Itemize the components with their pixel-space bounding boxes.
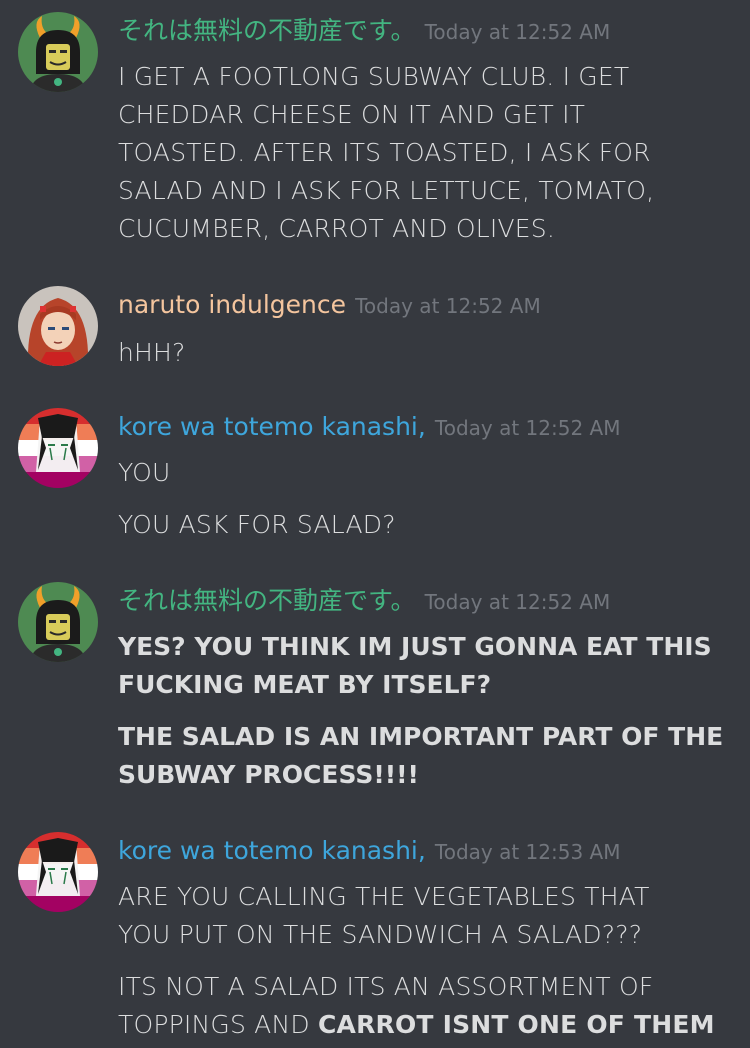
message-text: hHH? — [118, 338, 186, 367]
message-text: SUBWAY PROCESS!!!! — [118, 760, 419, 789]
chat-messages: それは無料の不動産です。 Today at 12:52 AM I GET A F… — [0, 0, 750, 1048]
message-text: SALAD AND I ASK FOR LETTUCE, TOMATO, — [118, 176, 655, 205]
username[interactable]: naruto indulgence — [118, 290, 346, 319]
message-header: kore wa totemo kanashi, Today at 12:52 A… — [118, 408, 621, 449]
message-text-bold: CARROT ISNT ONE OF THEM — [317, 1010, 715, 1039]
username[interactable]: kore wa totemo kanashi, — [118, 836, 426, 865]
message-text: ARE YOU CALLING THE VEGETABLES THAT — [118, 882, 650, 911]
message-text: YOU ASK FOR SALAD? — [118, 510, 396, 539]
username[interactable]: それは無料の不動産です。 — [118, 16, 416, 45]
message-header: それは無料の不動産です。 Today at 12:52 AM — [118, 12, 610, 53]
pink-stripe-anime-avatar[interactable] — [18, 832, 98, 912]
timestamp: Today at 12:52 AM — [434, 416, 621, 440]
red-hair-anime-avatar[interactable] — [18, 286, 98, 366]
timestamp: Today at 12:52 AM — [424, 20, 611, 44]
message-header: kore wa totemo kanashi, Today at 12:53 A… — [118, 832, 621, 873]
timestamp: Today at 12:52 AM — [355, 294, 541, 318]
message-text: FUCKING MEAT BY ITSELF? — [118, 670, 492, 699]
message-text: CUCUMBER, CARROT AND OLIVES. — [118, 214, 555, 243]
timestamp: Today at 12:53 AM — [434, 840, 621, 864]
message-text-plain: TOPPINGS AND — [118, 1010, 318, 1039]
horned-troll-avatar[interactable] — [18, 12, 98, 92]
message-text: ITS NOT A SALAD ITS AN ASSORTMENT OF — [118, 972, 654, 1001]
message-text: TOPPINGS AND CARROT ISNT ONE OF THEM — [118, 1006, 733, 1044]
message-text: TOASTED. AFTER ITS TOASTED, I ASK FOR — [118, 138, 651, 167]
message-text: YES? YOU THINK IM JUST GONNA EAT THIS — [118, 632, 712, 661]
message-text: YOU — [118, 458, 171, 487]
timestamp: Today at 12:52 AM — [424, 590, 611, 614]
username[interactable]: それは無料の不動産です。 — [118, 586, 416, 615]
horned-troll-avatar[interactable] — [18, 582, 98, 662]
pink-stripe-anime-avatar[interactable] — [18, 408, 98, 488]
message-text: THE SALAD IS AN IMPORTANT PART OF THE — [118, 722, 724, 751]
username[interactable]: kore wa totemo kanashi, — [118, 412, 426, 441]
message-text: YOU PUT ON THE SANDWICH A SALAD??? — [118, 920, 643, 949]
message-text: CHEDDAR CHEESE ON IT AND GET IT — [118, 100, 586, 129]
message-text: I GET A FOOTLONG SUBWAY CLUB. I GET — [118, 62, 630, 91]
message-header: それは無料の不動産です。 Today at 12:52 AM — [118, 582, 610, 623]
message-header: naruto indulgence Today at 12:52 AM — [118, 286, 541, 327]
